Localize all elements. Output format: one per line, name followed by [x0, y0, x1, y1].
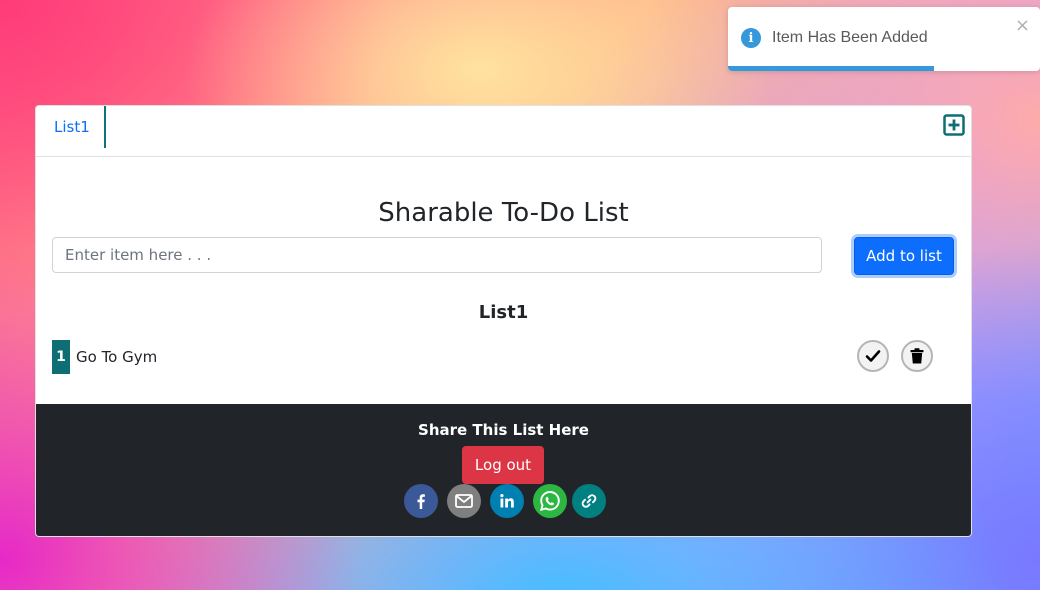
- linkedin-icon: [500, 494, 514, 508]
- link-icon: [581, 494, 597, 508]
- list-item: 1 Go To Gym: [52, 340, 952, 374]
- share-title: Share This List Here: [418, 421, 589, 439]
- whatsapp-share-button[interactable]: [533, 484, 567, 518]
- email-icon: [455, 494, 473, 508]
- delete-item-button[interactable]: [901, 340, 933, 372]
- toast-message: Item Has Been Added: [772, 29, 928, 46]
- logout-button[interactable]: Log out: [462, 446, 544, 484]
- item-number-badge: 1: [52, 340, 70, 374]
- toast-close-button[interactable]: ×: [1015, 17, 1030, 35]
- page-title: Sharable To-Do List: [378, 198, 629, 228]
- email-share-button[interactable]: [447, 484, 481, 518]
- tab-list1[interactable]: List1: [36, 106, 106, 148]
- facebook-icon: [417, 494, 425, 509]
- facebook-share-button[interactable]: [404, 484, 438, 518]
- tab-bar: List1: [36, 106, 971, 157]
- toast-notification: i Item Has Been Added ×: [728, 7, 1040, 71]
- trash-icon: [910, 348, 924, 364]
- item-text: Go To Gym: [76, 348, 158, 366]
- checkmark-icon: [865, 350, 881, 362]
- toast-progress-bar: [728, 66, 934, 71]
- plus-square-icon[interactable]: [943, 114, 965, 136]
- add-to-list-button[interactable]: Add to list: [854, 237, 954, 275]
- linkedin-share-button[interactable]: [490, 484, 524, 518]
- info-icon: i: [741, 28, 761, 48]
- mark-done-button[interactable]: [857, 340, 889, 372]
- copy-link-share-button[interactable]: [572, 484, 606, 518]
- todo-card: List1 Sharable To-Do List Add to list Li…: [35, 105, 972, 537]
- list-title: List1: [478, 302, 529, 323]
- item-input[interactable]: [52, 237, 822, 273]
- share-footer: Share This List Here Log out: [36, 404, 971, 536]
- whatsapp-icon: [539, 491, 560, 512]
